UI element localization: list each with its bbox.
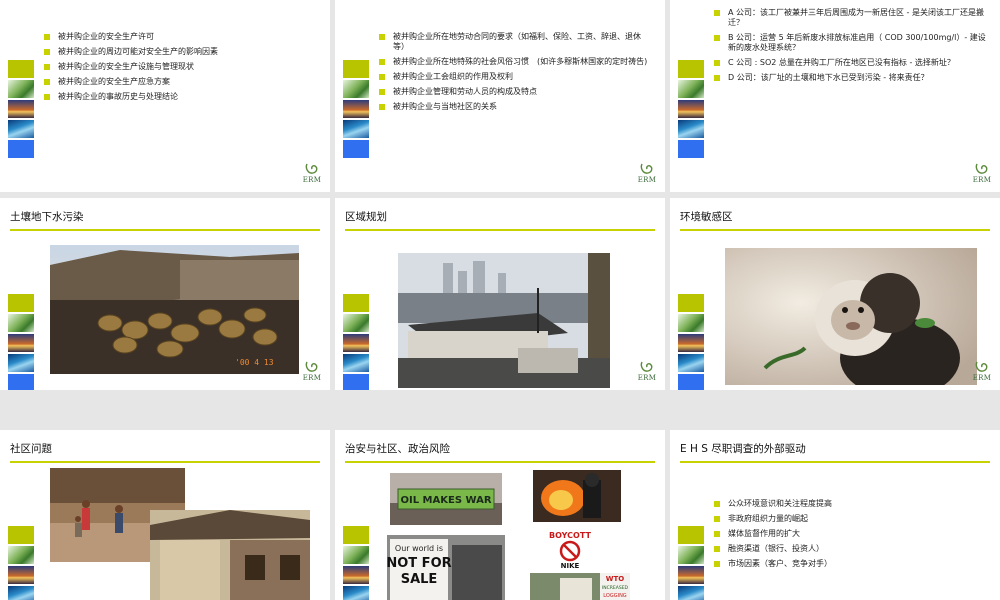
erm-swirl-icon	[640, 163, 653, 174]
erm-swirl-icon	[640, 361, 653, 372]
bullet-item: 被并购企业的事故历史与处理结论	[44, 92, 304, 102]
bullet-item: B 公司：运营 5 年后新废水排放标准启用（ COD 300/100mg/l）-…	[714, 33, 990, 53]
erm-logo: ERM	[972, 162, 992, 184]
bullet-item: 媒体监督作用的扩大	[714, 529, 984, 539]
slide-5[interactable]: 区域规划 ERM	[335, 198, 665, 390]
erm-logo: ERM	[972, 360, 992, 382]
title-rule	[345, 229, 655, 231]
bullet-item: 被并购企业的安全生产许可	[44, 32, 304, 42]
erm-swirl-icon	[975, 361, 988, 372]
erm-swirl-icon	[305, 361, 318, 372]
slide-title: E H S 尽职调查的外部驱动	[680, 443, 806, 455]
decor-strip	[8, 60, 34, 160]
poster-line: Our world is	[395, 544, 443, 553]
slide-2[interactable]: 被并购企业所在地劳动合同的要求（如福利、保险、工资、辞退、退休等） 被并购企业所…	[335, 0, 665, 192]
boycott-text: BOYCOTT	[549, 531, 591, 540]
decor-strip	[343, 294, 369, 390]
bullet-item: 非政府组织力量的崛起	[714, 514, 984, 524]
slide-8[interactable]: 治安与社区、政治风险 OIL MAKES WAR Our world is NO…	[335, 430, 665, 600]
bullet-item: C 公司 : SO2 总量在并购工厂所在地区已没有指标 - 选择新址？	[714, 58, 990, 68]
erm-logo: ERM	[637, 162, 657, 184]
bullet-item: A 公司：该工厂被兼并三年后周围成为一新居住区 - 是关闭该工厂还是搬迁？	[714, 8, 990, 28]
erm-logo: ERM	[302, 162, 322, 184]
bullet-item: 被并购企业工会组织的作用及权利	[379, 72, 651, 82]
erm-logo: ERM	[302, 360, 322, 382]
decor-strip	[343, 60, 369, 160]
not-for-sale-poster-photo: Our world is NOT FOR SALE	[387, 535, 505, 600]
bullet-item: 公众环境意识和关注程度提高	[714, 499, 984, 509]
photo-date-stamp: '00 4 13	[235, 358, 274, 367]
title-rule	[10, 229, 320, 231]
slide-title: 区域规划	[345, 211, 387, 223]
bullet-item: 融资渠道（银行、投资人）	[714, 544, 984, 554]
title-rule	[680, 461, 990, 463]
protest-banner-photo: OIL MAKES WAR	[390, 473, 502, 525]
contaminated-site-photo: '00 4 13	[50, 245, 299, 374]
title-rule	[10, 461, 320, 463]
bullet-list: A 公司：该工厂被兼并三年后周围成为一新居住区 - 是关闭该工厂还是搬迁？ B …	[714, 8, 990, 88]
bullet-list: 被并购企业所在地劳动合同的要求（如福利、保险、工资、辞退、退休等） 被并购企业所…	[379, 32, 651, 117]
decor-strip	[343, 526, 369, 600]
bullet-item: D 公司：该厂址的土壤和地下水已受到污染 - 将来责任？	[714, 73, 990, 83]
erm-logo-text: ERM	[972, 374, 992, 382]
slide-9[interactable]: E H S 尽职调查的外部驱动 公众环境意识和关注程度提高 非政府组织力量的崛起…	[670, 430, 1000, 600]
bullet-item: 被并购企业的周边可能对安全生产的影响因素	[44, 47, 304, 57]
boycott-text: NIKE	[561, 562, 580, 570]
slide-1[interactable]: 被并购企业的安全生产许可 被并购企业的周边可能对安全生产的影响因素 被并购企业的…	[0, 0, 330, 192]
bullet-item: 被并购企业所在地特殊的社会风俗习惯 (如许多穆斯林国家的定时祷告)	[379, 57, 651, 67]
bullet-list: 被并购企业的安全生产许可 被并购企业的周边可能对安全生产的影响因素 被并购企业的…	[44, 32, 304, 107]
erm-logo-text: ERM	[972, 176, 992, 184]
title-rule	[680, 229, 990, 231]
urban-planning-photo	[398, 253, 610, 388]
erm-logo-text: ERM	[637, 374, 657, 382]
erm-swirl-icon	[975, 163, 988, 174]
bullet-item: 被并购企业管理和劳动人员的构成及特点	[379, 87, 651, 97]
wto-sign-text: INCREASED	[602, 585, 629, 591]
monkey-photo	[725, 248, 977, 385]
riot-fire-photo	[533, 470, 621, 522]
wto-protest-signs-photo: WTO INCREASED LOGGING	[530, 573, 630, 600]
erm-logo-text: ERM	[302, 374, 322, 382]
bullet-item: 被并购企业所在地劳动合同的要求（如福利、保险、工资、辞退、退休等）	[379, 32, 651, 52]
poster-line: SALE	[401, 572, 438, 587]
title-rule	[345, 461, 655, 463]
bullet-item: 被并购企业与当地社区的关系	[379, 102, 651, 112]
wto-sign-text: LOGGING	[603, 593, 627, 599]
bullet-item: 被并购企业的安全生产设施与管理现状	[44, 62, 304, 72]
bullet-item: 被并购企业的安全生产应急方案	[44, 77, 304, 87]
slide-3[interactable]: A 公司：该工厂被兼并三年后周围成为一新居住区 - 是关闭该工厂还是搬迁？ B …	[670, 0, 1000, 192]
slide-title: 治安与社区、政治风险	[345, 443, 450, 455]
slide-4[interactable]: 土壤地下水污染 '00 4 13 ERM	[0, 198, 330, 390]
slide-7[interactable]: 社区问题	[0, 430, 330, 600]
erm-logo-text: ERM	[302, 176, 322, 184]
decor-strip	[678, 526, 704, 600]
erm-logo-text: ERM	[637, 176, 657, 184]
erm-logo: ERM	[637, 360, 657, 382]
decor-strip	[8, 526, 34, 600]
erm-swirl-icon	[305, 163, 318, 174]
decor-strip	[678, 294, 704, 390]
slide-title: 土壤地下水污染	[10, 211, 84, 223]
slide-title: 环境敏感区	[680, 211, 733, 223]
decor-strip	[8, 294, 34, 390]
slide-6[interactable]: 环境敏感区 ERM	[670, 198, 1000, 390]
banner-text: OIL MAKES WAR	[400, 495, 491, 506]
wto-sign-text: WTO	[606, 575, 624, 583]
decor-strip	[678, 60, 704, 160]
bullet-item: 市场因素（客户、竞争对手）	[714, 559, 984, 569]
slide-title: 社区问题	[10, 443, 52, 455]
village-house-photo	[150, 510, 310, 600]
poster-line: NOT FOR	[387, 556, 452, 571]
bullet-list: 公众环境意识和关注程度提高 非政府组织力量的崛起 媒体监督作用的扩大 融资渠道（…	[714, 499, 984, 574]
boycott-nike-logo: BOYCOTT NIKE	[540, 528, 600, 570]
